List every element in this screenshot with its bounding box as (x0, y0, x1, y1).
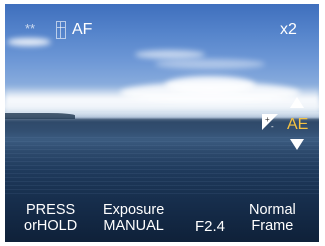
ae-label[interactable]: AE (287, 117, 308, 133)
cloud (155, 59, 265, 69)
aperture-value[interactable]: F2.4 (195, 219, 225, 234)
svg-text:+: + (265, 115, 270, 124)
mode-line-1: PRESS (26, 202, 76, 218)
flash-mode-indicator: ** (25, 21, 36, 36)
frame-line-2: Frame (251, 218, 294, 234)
cloud (135, 50, 205, 59)
exposure-line-2: MANUAL (103, 218, 164, 234)
distant-land (5, 113, 75, 119)
zoom-indicator: x2 (280, 21, 297, 38)
exposure-line-1: Exposure (103, 202, 165, 218)
cloud (7, 38, 51, 46)
frame-mode-label[interactable]: Normal Frame (249, 202, 296, 234)
exposure-mode-label[interactable]: Exposure MANUAL (103, 202, 164, 234)
water-sparkle (5, 134, 319, 194)
focus-mode-indicator: AF (72, 21, 93, 38)
svg-text:-: - (271, 122, 274, 130)
mode-line-2: orHOLD (24, 218, 78, 234)
mode-button-label[interactable]: PRESS orHOLD (24, 202, 77, 234)
grid-box-icon (56, 21, 66, 39)
exposure-compensation-icon: + - (262, 114, 278, 130)
frame-line-1: Normal (249, 202, 296, 218)
arrow-down-icon[interactable] (290, 139, 304, 150)
arrow-up-icon[interactable] (290, 97, 304, 108)
